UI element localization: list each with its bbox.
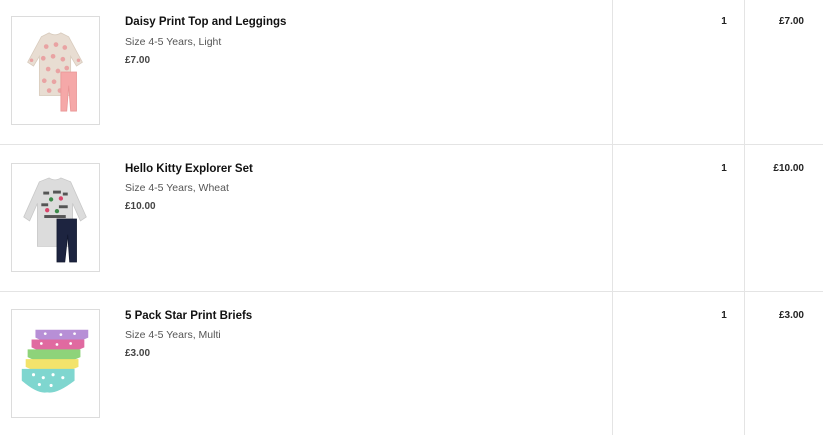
column-divider (744, 145, 745, 291)
item-total: £3.00 (778, 310, 804, 321)
star-print-briefs-image (12, 310, 99, 417)
item-quantity: 1 (721, 310, 727, 321)
item-total: £7.00 (778, 16, 804, 27)
product-name[interactable]: 5 Pack Star Print Briefs (125, 310, 252, 322)
product-thumbnail[interactable] (11, 309, 100, 418)
basket-items-list: Daisy Print Top and Leggings Size 4-5 Ye… (0, 0, 823, 435)
product-variant: Size 4-5 Years, Light (125, 36, 222, 48)
item-total: £10.00 (773, 163, 804, 174)
product-thumbnail[interactable] (11, 163, 100, 272)
column-divider (612, 292, 613, 435)
hello-kitty-explorer-set-image (12, 164, 99, 271)
product-unit-price: £7.00 (125, 55, 151, 66)
column-divider (744, 292, 745, 435)
item-quantity: 1 (721, 163, 727, 174)
product-variant: Size 4-5 Years, Wheat (125, 182, 229, 194)
product-name[interactable]: Hello Kitty Explorer Set (125, 163, 253, 175)
daisy-print-top-and-leggings-image (12, 17, 99, 124)
product-name[interactable]: Daisy Print Top and Leggings (125, 16, 286, 28)
basket-item-row: 5 Pack Star Print Briefs Size 4-5 Years,… (0, 292, 823, 435)
column-divider (744, 0, 745, 144)
product-unit-price: £3.00 (125, 348, 151, 359)
basket-item-row: Hello Kitty Explorer Set Size 4-5 Years,… (0, 145, 823, 292)
item-quantity: 1 (721, 16, 727, 27)
column-divider (612, 0, 613, 144)
product-variant: Size 4-5 Years, Multi (125, 329, 221, 341)
basket-item-row: Daisy Print Top and Leggings Size 4-5 Ye… (0, 0, 823, 145)
product-unit-price: £10.00 (125, 201, 156, 212)
product-thumbnail[interactable] (11, 16, 100, 125)
column-divider (612, 145, 613, 291)
